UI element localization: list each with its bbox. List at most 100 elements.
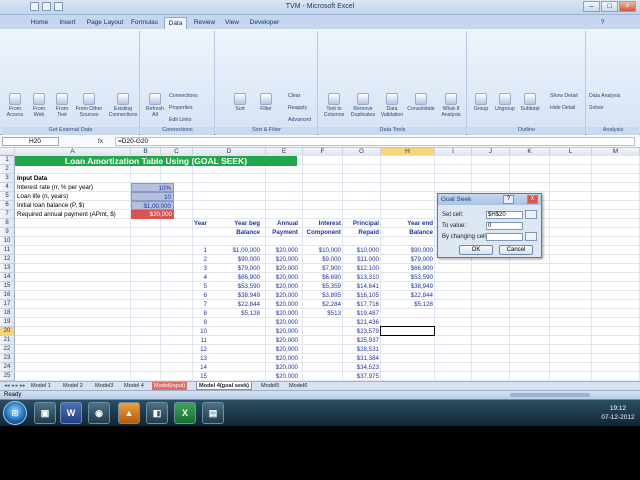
- row-header-9[interactable]: 9: [0, 228, 15, 237]
- cancel-button[interactable]: Cancel: [499, 245, 533, 255]
- what-if-analysis-button[interactable]: What-If Analysis: [437, 93, 465, 118]
- row-header-7[interactable]: 7: [0, 210, 15, 219]
- sheet-tab-model6[interactable]: Model6: [287, 382, 309, 390]
- data-validation-button[interactable]: Data Validation: [379, 93, 405, 118]
- group-button[interactable]: Group: [470, 93, 492, 112]
- row-header-19[interactable]: 19: [0, 318, 15, 327]
- set-cell-ref-icon[interactable]: [525, 210, 537, 219]
- start-button[interactable]: ⊞: [3, 401, 27, 425]
- set-cell-input[interactable]: $H$20: [486, 211, 523, 219]
- explorer-icon[interactable]: ▣: [34, 402, 56, 424]
- reapply-button[interactable]: Reapply: [288, 105, 307, 111]
- row-header-8[interactable]: 8: [0, 219, 15, 228]
- row-header-20[interactable]: 20: [0, 327, 15, 336]
- monitor-icon[interactable]: ▤: [202, 402, 224, 424]
- text-to-columns-button[interactable]: Text to Columns: [321, 93, 347, 118]
- gridline: [591, 156, 592, 381]
- excel-icon[interactable]: X: [174, 402, 196, 424]
- row-header-21[interactable]: 21: [0, 336, 15, 345]
- from-access-button[interactable]: From Access: [4, 93, 26, 118]
- sheet-tab-model-2[interactable]: Model 2: [61, 382, 85, 390]
- tab-developer[interactable]: Developer: [247, 17, 282, 29]
- row-header-14[interactable]: 14: [0, 273, 15, 282]
- advanced-button[interactable]: Advanced: [288, 117, 311, 123]
- from-other-sources-button[interactable]: From Other Sources: [74, 93, 104, 118]
- tab-formulas[interactable]: Formulas: [129, 17, 160, 29]
- data-analysis-button[interactable]: Data Analysis: [589, 93, 620, 99]
- ok-button[interactable]: OK: [459, 245, 493, 255]
- row-header-17[interactable]: 17: [0, 300, 15, 309]
- row-header-12[interactable]: 12: [0, 255, 15, 264]
- table-cell: $20,000: [275, 247, 298, 254]
- tab-home[interactable]: Home: [27, 17, 52, 29]
- row-header-4[interactable]: 4: [0, 183, 15, 192]
- clear-button[interactable]: Clear: [288, 93, 300, 99]
- zoom-slider[interactable]: [510, 393, 590, 397]
- ungroup-button[interactable]: Ungroup: [493, 93, 517, 112]
- consolidate-button[interactable]: Consolidate: [406, 93, 436, 112]
- tab-data[interactable]: Data: [164, 17, 187, 29]
- sheet-tab-model-4-goal-seek[interactable]: Model 4(goal seek): [196, 382, 253, 390]
- edit-links-button[interactable]: Edit Links: [169, 117, 192, 123]
- dialog-close-button[interactable]: X: [527, 195, 538, 204]
- row-header-16[interactable]: 16: [0, 291, 15, 300]
- sheet-tab-model-input[interactable]: Model(input): [152, 382, 188, 390]
- maximize-button[interactable]: □: [601, 1, 618, 12]
- row-header-24[interactable]: 24: [0, 363, 15, 372]
- word-icon[interactable]: W: [60, 402, 82, 424]
- row-header-2[interactable]: 2: [0, 165, 15, 174]
- selected-cell[interactable]: [380, 326, 435, 336]
- from-text-button[interactable]: From Text: [51, 93, 73, 118]
- connections-button[interactable]: Connections: [169, 93, 198, 99]
- tab-review[interactable]: Review: [191, 17, 218, 29]
- row-header-18[interactable]: 18: [0, 309, 15, 318]
- worksheet-grid[interactable]: ABCDEFGHIJKLM 1 2 3 4 5 6 7 8 9 10 11 12 13 14 15 16 17 1…: [0, 148, 640, 381]
- close-button[interactable]: ×: [619, 1, 636, 12]
- row-header-3[interactable]: 3: [0, 174, 15, 183]
- row-header-22[interactable]: 22: [0, 345, 15, 354]
- changing-cell-input[interactable]: [486, 233, 523, 241]
- from-web-button[interactable]: From Web: [28, 93, 50, 118]
- row-header-25[interactable]: 25: [0, 372, 15, 381]
- solver-button[interactable]: Solver: [589, 105, 604, 111]
- minimize-button[interactable]: –: [583, 1, 600, 12]
- fx-icon[interactable]: fx: [62, 137, 114, 146]
- dialog-help-button[interactable]: ?: [503, 195, 514, 204]
- to-value-input[interactable]: 0: [486, 222, 523, 230]
- select-all-corner[interactable]: [0, 148, 15, 156]
- sheet-tab-model-1[interactable]: Model 1: [29, 382, 53, 390]
- sheet-tab-model5[interactable]: Model5: [259, 382, 281, 390]
- tab-insert[interactable]: Insert: [54, 17, 81, 29]
- subtotal-button[interactable]: Subtotal: [518, 93, 542, 112]
- row-header-23[interactable]: 23: [0, 354, 15, 363]
- filter-button[interactable]: Filter: [256, 93, 276, 112]
- taskbar-clock[interactable]: 19:12 07-12-2012: [598, 404, 638, 422]
- row-header-11[interactable]: 11: [0, 246, 15, 255]
- vlc-icon[interactable]: ▲: [118, 402, 140, 424]
- row-header-13[interactable]: 13: [0, 264, 15, 273]
- row-header-6[interactable]: 6: [0, 201, 15, 210]
- sheet-tab-model-4[interactable]: Model 4: [122, 382, 146, 390]
- row-header-10[interactable]: 10: [0, 237, 15, 246]
- tab-view[interactable]: View: [221, 17, 243, 29]
- app-icon[interactable]: ◧: [146, 402, 168, 424]
- sheet-nav-arrows[interactable]: ◂◂ ◂ ▸ ▸▸: [2, 382, 28, 390]
- hide-detail-button[interactable]: Hide Detail: [550, 105, 575, 111]
- row-header-1[interactable]: 1: [0, 156, 15, 165]
- remove-duplicates-button[interactable]: Remove Duplicates: [349, 93, 377, 118]
- sheet-tab-model3[interactable]: Model3: [93, 382, 115, 390]
- row-header-15[interactable]: 15: [0, 282, 15, 291]
- show-detail-button[interactable]: Show Detail: [550, 93, 578, 99]
- name-box[interactable]: H20: [2, 137, 59, 146]
- help-icon[interactable]: ?: [598, 17, 607, 29]
- properties-button[interactable]: Properties: [169, 105, 193, 111]
- gridline: [549, 156, 550, 381]
- row-header-5[interactable]: 5: [0, 192, 15, 201]
- changing-cell-ref-icon[interactable]: [525, 232, 537, 241]
- formula-input[interactable]: =D20-G20: [115, 137, 635, 146]
- tab-page-layout[interactable]: Page Layout: [83, 17, 127, 29]
- existing-connections-button[interactable]: Existing Connections: [107, 93, 139, 118]
- media-player-icon[interactable]: ◉: [88, 402, 110, 424]
- sort-button[interactable]: Sort: [230, 93, 250, 112]
- refresh-all-button[interactable]: Refresh All: [143, 93, 167, 118]
